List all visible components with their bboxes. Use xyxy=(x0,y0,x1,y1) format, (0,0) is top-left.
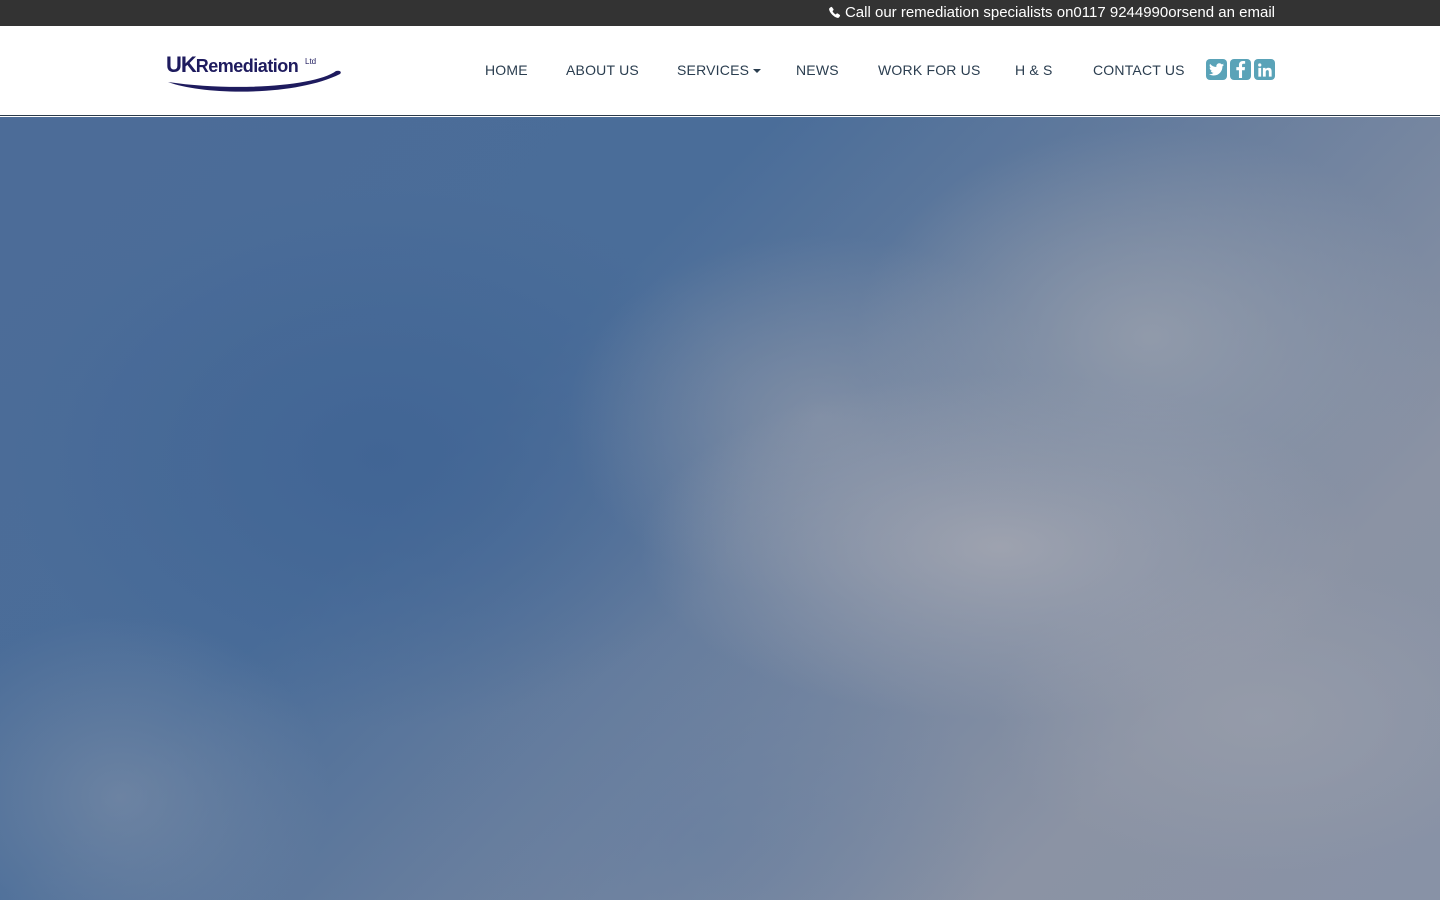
top-contact-bar: Call our remediation specialists on 0117… xyxy=(0,0,1440,26)
hero-banner xyxy=(0,117,1440,900)
twitter-icon[interactable] xyxy=(1206,59,1227,80)
nav-services[interactable]: SERVICES xyxy=(677,62,762,78)
facebook-icon[interactable] xyxy=(1230,59,1251,80)
contact-text-mid: or xyxy=(1168,4,1182,21)
site-header: UKRemediation Ltd HOME ABOUT US SERVICES… xyxy=(0,26,1440,116)
nav-contact-us[interactable]: CONTACT US xyxy=(1093,62,1185,78)
send-email-link[interactable]: send an email xyxy=(1182,4,1275,21)
nav-services-label: SERVICES xyxy=(677,62,750,78)
phone-number-link[interactable]: 0117 9244990 xyxy=(1073,4,1168,21)
contact-text-prefix: Call our remediation specialists on xyxy=(844,4,1074,21)
nav-news[interactable]: NEWS xyxy=(796,62,839,78)
nav-h-and-s[interactable]: H & S xyxy=(1015,62,1053,78)
contact-line: Call our remediation specialists on 0117… xyxy=(828,4,1275,21)
nav-about-us[interactable]: ABOUT US xyxy=(566,62,639,78)
nav-home[interactable]: HOME xyxy=(485,62,528,78)
chevron-down-icon xyxy=(753,69,762,74)
linkedin-icon[interactable] xyxy=(1254,59,1275,80)
phone-icon xyxy=(829,6,841,18)
nav-work-for-us[interactable]: WORK FOR US xyxy=(878,62,981,78)
main-nav: HOME ABOUT US SERVICES NEWS WORK FOR US … xyxy=(0,26,1440,116)
